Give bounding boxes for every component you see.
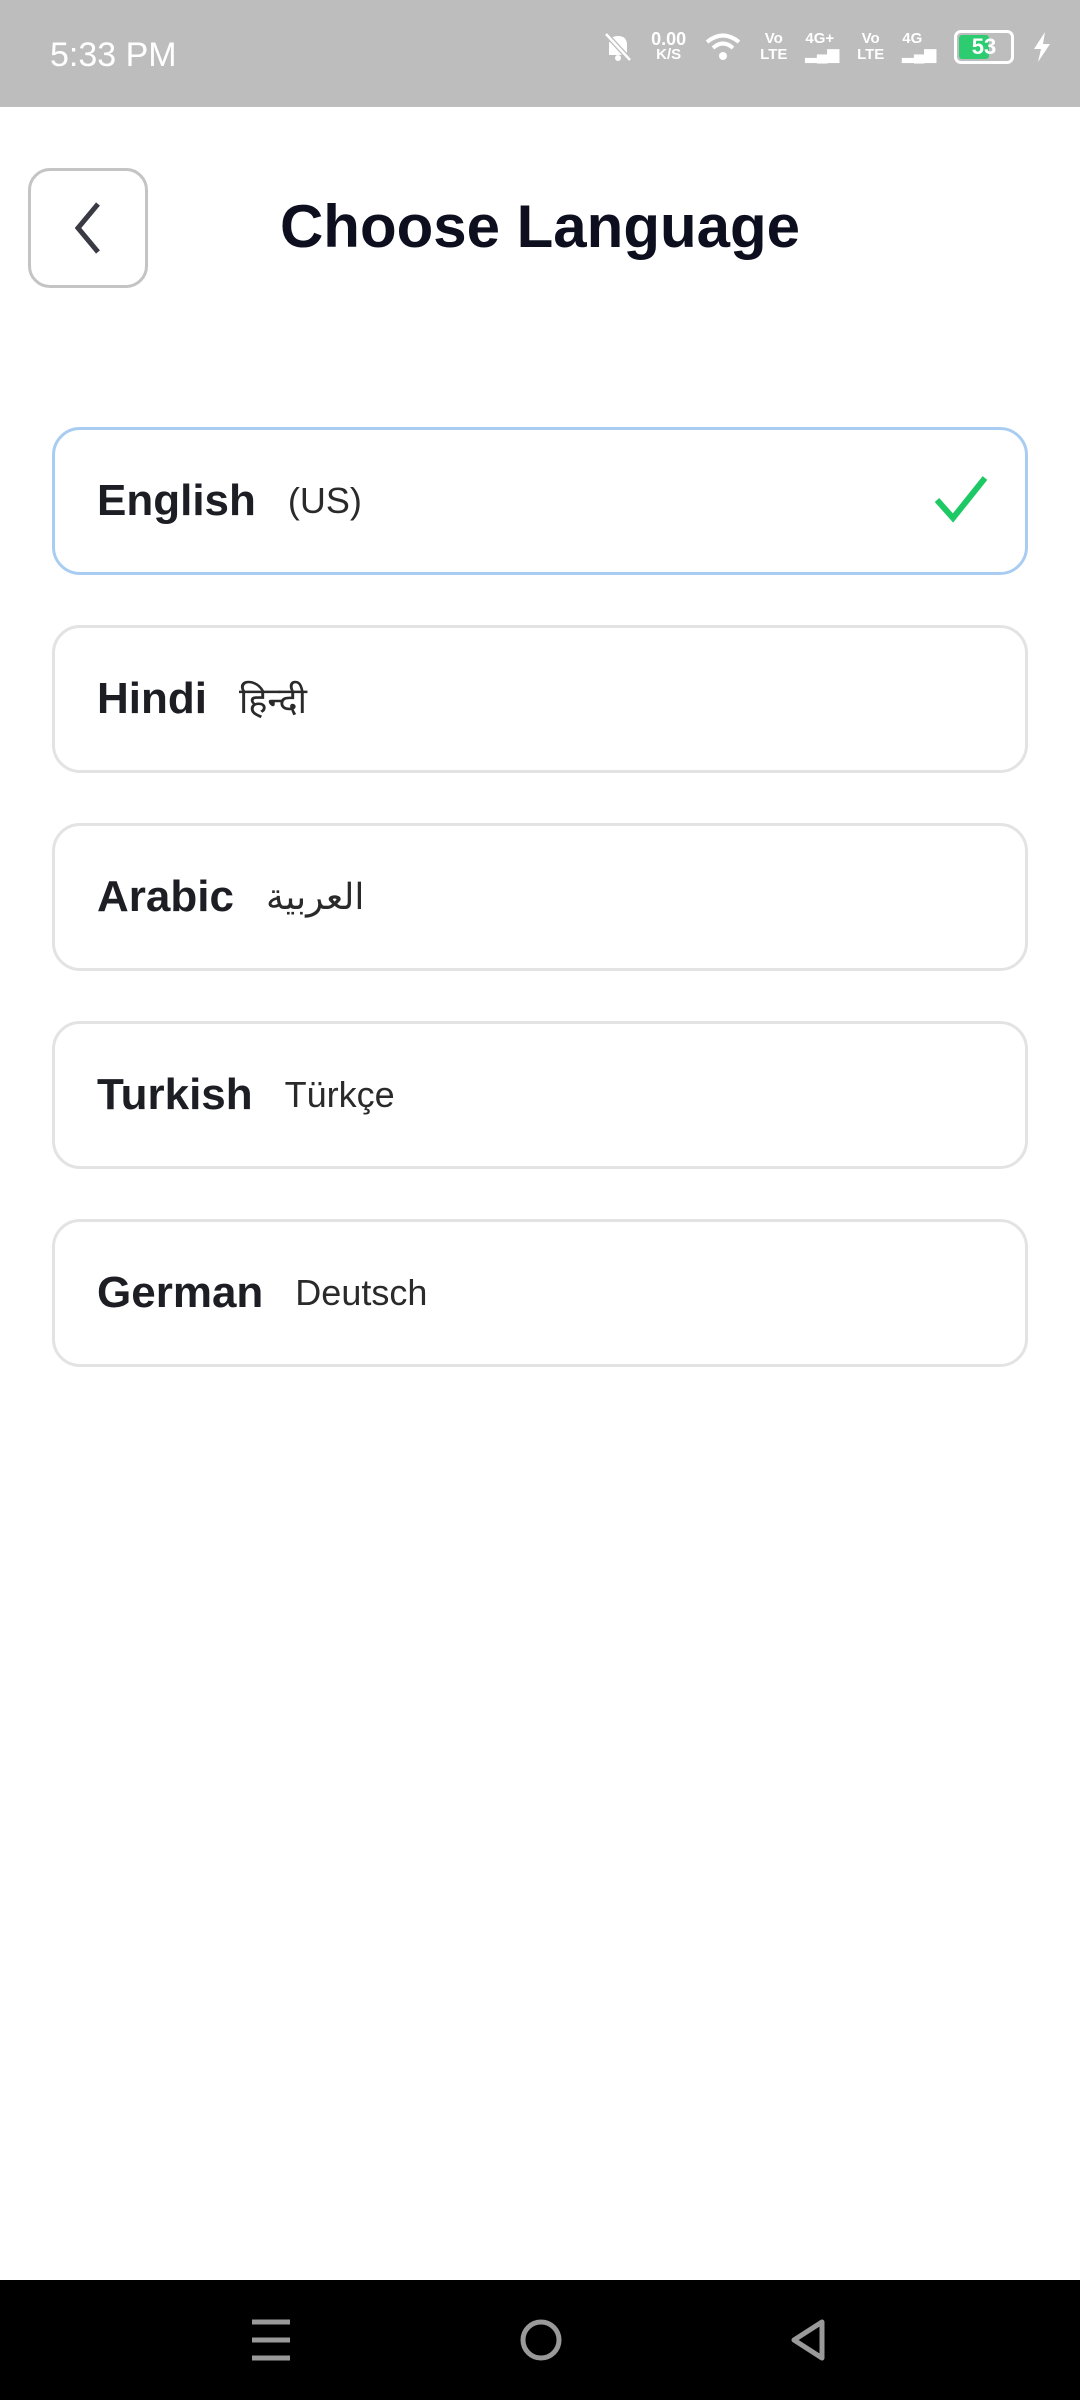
back-nav-button[interactable]	[788, 2318, 828, 2367]
sim2-signal: 4G ▂▄▆	[902, 30, 936, 63]
language-option-arabic[interactable]: Arabic العربية	[52, 823, 1028, 971]
sim2-volte: Vo LTE	[857, 30, 885, 63]
wifi-icon	[705, 33, 741, 60]
bell-off-icon	[604, 32, 632, 62]
language-name: Arabic	[97, 872, 234, 921]
language-option-hindi[interactable]: Hindi हिन्दी	[52, 625, 1028, 773]
checkmark-icon	[934, 476, 988, 523]
status-bar: 5:33 PM 0.00 K/S Vo LTE 4G+ ▂▄▆ Vo LTE 4G ▂▄▆…	[0, 0, 1080, 107]
sim1-volte: Vo LTE	[760, 30, 788, 63]
page-title: Choose Language	[279, 193, 801, 260]
recents-button[interactable]	[250, 2318, 292, 2367]
sim1-signal: 4G+ ▂▄▆	[805, 30, 840, 63]
home-button[interactable]	[519, 2318, 563, 2367]
triangle-back-icon	[791, 2319, 825, 2361]
language-native-name: (US)	[287, 480, 362, 521]
language-name: Turkish	[97, 1070, 253, 1119]
battery-icon: 53	[954, 30, 1014, 64]
charging-bolt-icon	[1034, 32, 1050, 62]
circle-icon	[520, 2319, 562, 2361]
language-native-name: العربية	[265, 876, 365, 917]
language-native-name: हिन्दी	[238, 679, 307, 721]
language-name: German	[97, 1268, 264, 1317]
language-native-name: Deutsch	[295, 1272, 428, 1313]
net-speed: 0.00 K/S	[651, 29, 687, 63]
status-time: 5:33 PM	[50, 36, 177, 74]
menu-icon	[252, 2319, 290, 2361]
language-option-german[interactable]: German Deutsch	[52, 1219, 1028, 1367]
language-native-name: Türkçe	[284, 1074, 395, 1115]
language-name: Hindi	[97, 674, 207, 723]
navigation-bar	[0, 2280, 1080, 2400]
language-name: English	[97, 476, 256, 525]
language-option-turkish[interactable]: Turkish Türkçe	[52, 1021, 1028, 1169]
language-option-english[interactable]: English (US)	[52, 427, 1028, 575]
